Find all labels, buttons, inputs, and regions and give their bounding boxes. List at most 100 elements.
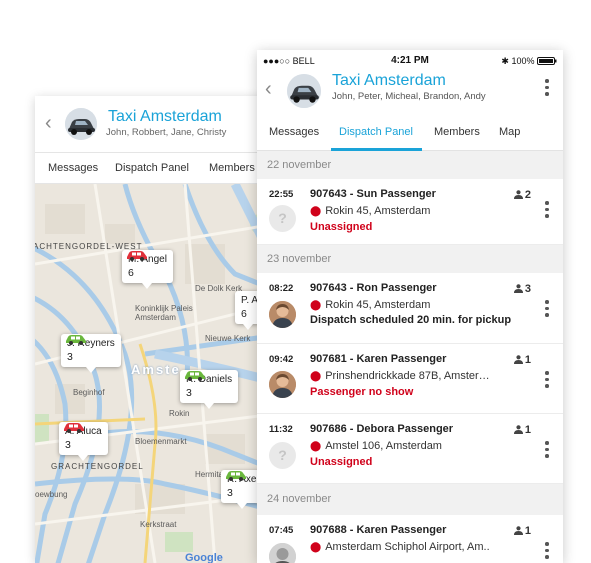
ride-row[interactable]: 11:32 ? 907686 - Debora Passenger ⬤ Amste… xyxy=(257,414,563,484)
ride-status: Dispatch scheduled 20 min. for pickup xyxy=(310,314,512,326)
pin-driver-count: 6 xyxy=(241,308,247,320)
ride-address-text: Rokin 45, Amsterdam xyxy=(325,299,431,311)
passenger-count-value: 1 xyxy=(524,424,531,436)
passenger-count: 2 xyxy=(513,189,531,201)
ride-time: 22:55 xyxy=(269,189,294,200)
map-pin-driver[interactable]: R. Daniels 3 xyxy=(180,370,239,409)
map-screen-tabs: Messages Dispatch Panel Members xyxy=(35,152,275,184)
driver-avatar xyxy=(269,543,296,563)
tab-bar: Messages Dispatch Panel Members Map xyxy=(257,118,563,151)
row-menu-icon[interactable] xyxy=(544,300,550,320)
ride-title: 907681 - Karen Passenger xyxy=(310,353,447,365)
battery-icon xyxy=(537,57,557,65)
group-members: John, Peter, Micheal, Brandon, Andy xyxy=(332,91,486,102)
location-pin-icon: ⬤ xyxy=(310,441,322,452)
unassigned-driver-icon: ? xyxy=(269,205,296,232)
tab-map[interactable]: Map xyxy=(499,126,520,138)
person-icon xyxy=(513,284,523,293)
tab-messages[interactable]: Messages xyxy=(48,162,98,174)
map-label-bloemenmarkt: Bloemenmarkt xyxy=(135,437,187,446)
unassigned-driver-icon: ? xyxy=(269,442,296,469)
tab-members[interactable]: Members xyxy=(434,126,480,138)
ride-address: ⬤ Rokin 45, Amsterdam xyxy=(310,299,430,311)
ride-row[interactable]: 22:55 ? 907643 - Sun Passenger ⬤ Rokin 45… xyxy=(257,179,563,245)
battery-indicator: ✱ 100% xyxy=(501,56,557,67)
row-menu-icon[interactable] xyxy=(544,542,550,562)
battery-label: 100% xyxy=(511,56,535,66)
app-header: ‹ Taxi Amsterdam John, Peter, Micheal, B… xyxy=(257,70,563,118)
row-menu-icon[interactable] xyxy=(544,441,550,461)
passenger-count: 1 xyxy=(513,354,531,366)
ride-status: Passenger no show xyxy=(310,386,414,398)
tab-dispatch-panel[interactable]: Dispatch Panel xyxy=(115,162,189,174)
map-pin-driver[interactable]: J. Reyners 3 xyxy=(61,334,121,373)
tab-members[interactable]: Members xyxy=(209,162,255,174)
more-menu-icon[interactable] xyxy=(544,79,550,99)
ride-address-text: Rokin 45, Amsterdam xyxy=(325,205,431,217)
date-separator: 22 november xyxy=(257,151,563,179)
map-label-kerkstraat: Kerkstraat xyxy=(140,520,177,529)
date-separator: 24 november xyxy=(257,484,563,515)
pin-driver-count: 3 xyxy=(67,351,73,363)
map-label-paleis: Koninklijk Paleis Amsterdam xyxy=(135,304,193,322)
driver-photo-icon xyxy=(269,301,296,328)
driver-avatar xyxy=(269,371,296,398)
ride-address: ⬤ Amstel 106, Amsterdam xyxy=(310,440,442,452)
status-bar: ●●●○○ BELL 4:21 PM ✱ 100% xyxy=(257,50,563,70)
passenger-count-value: 3 xyxy=(524,283,531,295)
map-label-rokin: Rokin xyxy=(169,409,190,418)
ride-row[interactable]: 07:45 907688 - Karen Passenger ⬤ Amsterda… xyxy=(257,515,563,563)
red-car-icon xyxy=(127,251,147,261)
location-pin-icon: ⬤ xyxy=(310,300,322,311)
car-photo-icon xyxy=(65,108,97,140)
red-car-icon xyxy=(64,423,84,433)
group-avatar xyxy=(65,108,97,140)
row-menu-icon[interactable] xyxy=(544,371,550,391)
city-map[interactable]: ACHTENGORDEL-WEST Amste GRACHTENGORDEL B… xyxy=(35,184,275,563)
ride-row[interactable]: 08:22 907643 - Ron Passenger ⬤ Rokin 45, … xyxy=(257,273,563,344)
map-pin-driver[interactable]: M. Angel 6 xyxy=(122,250,173,289)
back-arrow-icon[interactable]: ‹ xyxy=(45,112,52,135)
back-arrow-icon[interactable]: ‹ xyxy=(265,78,272,101)
ride-address-text: Prinshendrickkade 87B, Amster… xyxy=(325,370,490,382)
driver-avatar xyxy=(269,301,296,328)
driver-photo-icon xyxy=(269,543,296,563)
ride-address-text: Amstel 106, Amsterdam xyxy=(325,440,442,452)
location-pin-icon: ⬤ xyxy=(310,371,322,382)
dispatch-screen: ●●●○○ BELL 4:21 PM ✱ 100% ‹ Taxi Amsterd… xyxy=(257,50,563,563)
dispatch-list: 22 november 22:55 ? 907643 - Sun Passeng… xyxy=(257,151,563,563)
map-label-beginhof: Beginhof xyxy=(73,388,105,397)
ride-time: 11:32 xyxy=(269,424,293,435)
passenger-count: 1 xyxy=(513,424,531,436)
tab-messages[interactable]: Messages xyxy=(269,126,319,138)
pin-driver-name: P. A xyxy=(241,295,259,306)
ride-address: ⬤ Prinshendrickkade 87B, Amster… xyxy=(310,370,490,382)
ride-row[interactable]: 09:42 907681 - Karen Passenger ⬤ Prinshen… xyxy=(257,344,563,414)
person-icon xyxy=(513,190,523,199)
ride-status: Unassigned xyxy=(310,456,373,468)
map-pin-driver[interactable]: A. Aluca 3 xyxy=(59,422,108,461)
green-car-icon xyxy=(66,335,86,345)
car-photo-icon xyxy=(287,74,321,108)
tab-dispatch-panel[interactable]: Dispatch Panel xyxy=(339,126,413,138)
location-pin-icon: ⬤ xyxy=(310,542,322,553)
group-members: John, Robbert, Jane, Christy xyxy=(106,127,227,138)
pin-driver-count: 3 xyxy=(186,387,192,399)
bluetooth-icon: ✱ xyxy=(501,56,512,66)
map-label-center: Amste xyxy=(131,362,181,377)
ride-title: 907688 - Karen Passenger xyxy=(310,524,447,536)
date-separator: 23 november xyxy=(257,245,563,273)
ride-time: 07:45 xyxy=(269,525,294,536)
pin-driver-count: 3 xyxy=(65,439,71,451)
pin-driver-count: 6 xyxy=(128,267,134,279)
row-menu-icon[interactable] xyxy=(544,201,550,221)
ride-address: ⬤ Rokin 45, Amsterdam xyxy=(310,205,430,217)
passenger-count-value: 2 xyxy=(524,189,531,201)
map-label-kerk: Nieuwe Kerk xyxy=(205,334,251,343)
ride-address: ⬤ Amsterdam Schiphol Airport, Am.. xyxy=(310,541,490,553)
map-screen: ‹ Taxi Amsterdam John, Robbert, Jane, Ch… xyxy=(35,96,275,563)
map-label-district-2: GRACHTENGORDEL xyxy=(51,462,144,471)
pin-driver-count: 3 xyxy=(227,487,233,499)
passenger-count: 3 xyxy=(513,283,531,295)
ride-time: 09:42 xyxy=(269,354,294,365)
